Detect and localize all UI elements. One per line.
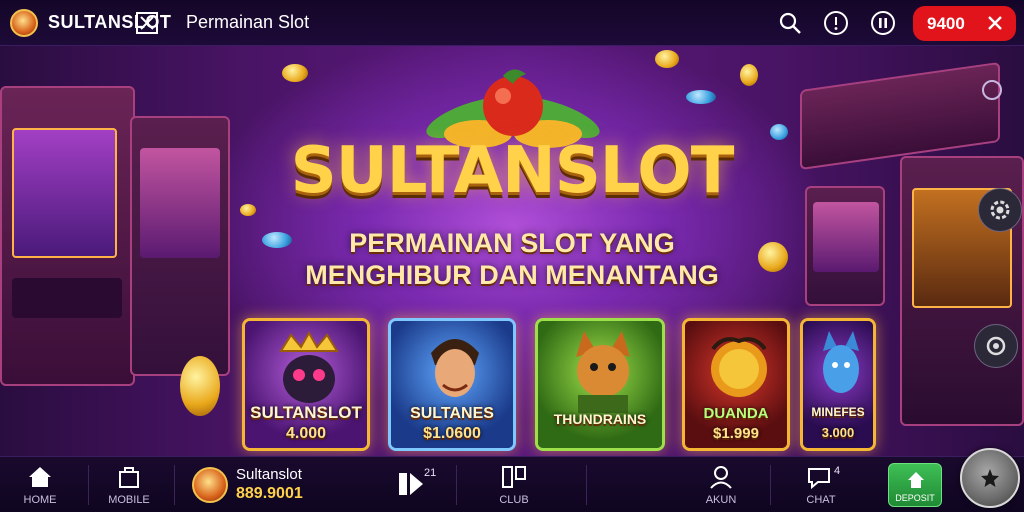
nav-divider <box>174 465 175 505</box>
card-character-art <box>711 337 767 397</box>
info-icon[interactable] <box>823 10 849 36</box>
chip-decoration <box>686 90 716 104</box>
nav-divider <box>770 465 771 505</box>
coin-decoration <box>740 64 758 86</box>
deposit-label: DEPOSIT <box>895 493 935 503</box>
pause-icon[interactable] <box>870 10 896 36</box>
coin-decoration <box>655 50 679 68</box>
play-icon <box>399 473 423 495</box>
card-character-art <box>823 331 859 393</box>
card-value: 3.000 <box>821 425 855 440</box>
nav-divider <box>88 465 89 505</box>
bag-icon <box>119 467 139 488</box>
refresh-button[interactable] <box>974 324 1018 368</box>
card-title: DUANDA <box>703 405 769 422</box>
hero-subtitle-line1: PERMAINAN SLOT YANG <box>349 228 675 258</box>
card-title: MINEFES <box>811 405 865 419</box>
card-title: THUNDRAINS <box>553 411 647 427</box>
settings-icon <box>990 200 1010 220</box>
card-value: 4.000 <box>285 425 327 442</box>
nav-chat[interactable]: 4 CHAT <box>794 457 848 512</box>
close-icon[interactable] <box>986 14 1004 32</box>
card-character-art <box>576 331 630 413</box>
user-icon <box>710 466 732 489</box>
club-icon <box>502 466 526 488</box>
card-character-art <box>279 330 339 403</box>
nav-divider <box>456 465 457 505</box>
page-title: Permainan Slot <box>186 12 310 32</box>
nav-home[interactable]: HOME <box>14 457 66 512</box>
coin-decoration <box>282 64 308 82</box>
card-title: SULTANES <box>410 405 494 422</box>
card-title: SULTANSLOT <box>250 403 362 422</box>
home-icon <box>29 467 51 487</box>
refresh-icon <box>986 336 1006 356</box>
nav-chat-badge: 4 <box>834 465 841 477</box>
hero-subtitle-line2: MENGHIBUR DAN MENANTANG <box>305 260 719 290</box>
nav-club[interactable]: CLUB <box>488 457 540 512</box>
nav-bag-label: MOBILE <box>108 494 150 506</box>
nav-club-label: CLUB <box>499 494 529 506</box>
search-icon[interactable] <box>777 10 803 36</box>
nav-play-badge: 21 <box>424 467 437 479</box>
game-card[interactable]: THUNDRAINS <box>535 318 665 451</box>
nav-bag[interactable]: MOBILE <box>104 457 154 512</box>
scroll-indicator[interactable] <box>982 80 1002 100</box>
hero-title: SULTANSLOT <box>290 134 735 208</box>
star-icon <box>981 469 999 487</box>
app-logo-icon[interactable] <box>10 9 38 37</box>
card-value: $1.999 <box>713 425 759 442</box>
nav-home-label: HOME <box>23 494 57 506</box>
avatar[interactable] <box>192 467 228 503</box>
card-value: $1.0600 <box>423 425 481 442</box>
chat-icon <box>808 468 830 489</box>
game-card[interactable]: SULTANSLOT 4.000 <box>242 318 370 451</box>
nav-divider <box>586 465 587 505</box>
favorite-button[interactable] <box>960 448 1020 508</box>
brand-badge-icon <box>136 12 158 34</box>
deposit-icon <box>908 472 924 488</box>
game-card[interactable]: MINEFES 3.000 <box>800 318 876 451</box>
top-bar: SULTANSLOT Permainan Slot 9400 <box>0 0 1024 46</box>
account-balance: 889.9001 <box>236 485 303 502</box>
settings-button[interactable] <box>978 188 1022 232</box>
account-name: Sultanslot <box>236 466 302 483</box>
balance-button[interactable]: 9400 <box>913 6 1016 41</box>
card-character-art <box>431 339 479 397</box>
hero-banner: SULTANSLOT PERMAINAN SLOT YANG MENGHIBUR… <box>0 46 1024 456</box>
game-card[interactable]: DUANDA $1.999 <box>682 318 790 451</box>
nav-user[interactable]: AKUN <box>696 457 746 512</box>
deposit-button[interactable]: DEPOSIT <box>888 463 942 507</box>
game-card[interactable]: SULTANES $1.0600 <box>388 318 516 451</box>
coin-decoration <box>180 356 220 416</box>
balance-button-label: 9400 <box>927 13 965 33</box>
nav-user-label: AKUN <box>705 494 737 506</box>
bottom-nav: HOME MOBILE Sultanslot 889.9001 21 CLUB … <box>0 456 1024 512</box>
nav-chat-label: CHAT <box>806 494 836 506</box>
nav-play[interactable]: 21 <box>394 457 438 512</box>
